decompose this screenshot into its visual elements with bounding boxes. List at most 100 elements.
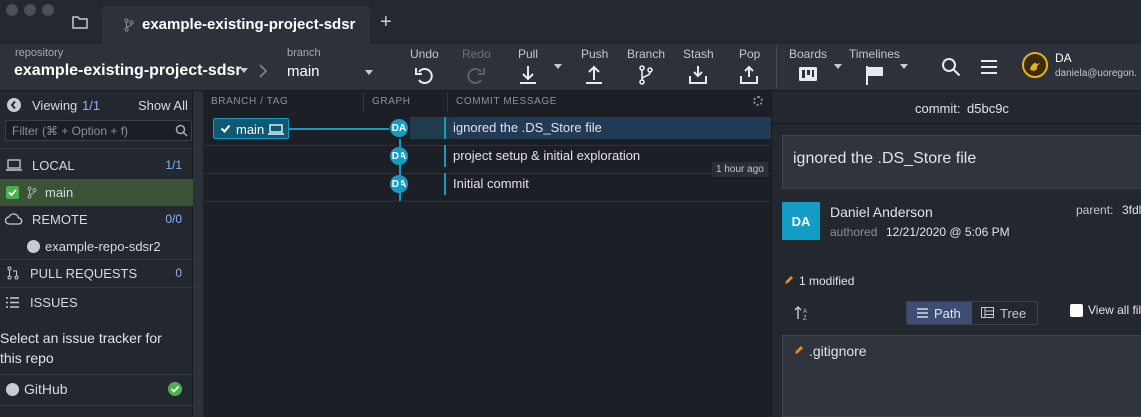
local-label: LOCAL [32,158,75,173]
path-button-label: Path [934,306,961,321]
collapse-sidebar-icon[interactable] [7,98,21,112]
parent-sha[interactable]: 3fdl [1122,203,1141,217]
folder-icon[interactable] [72,15,88,29]
boards-icon[interactable] [797,64,819,86]
repository-selector[interactable]: example-existing-project-sdsr [14,62,242,80]
sidebar-item-remote-repo[interactable]: example-repo-sdsr2 [0,233,193,260]
issues-message: Select an issue tracker for this repo [0,330,162,366]
filter-placeholder: Filter (⌘ + Option + f) [12,124,129,138]
pull-label: Pull [518,47,539,61]
commit-detail-panel: commit: d5bc9c ignored the .DS_Store fil… [771,91,1141,417]
tree-view-button[interactable]: Tree [973,302,1039,324]
add-tab-button[interactable]: + [380,11,392,34]
author-avatar: DA [782,202,820,240]
branch-lane-bar [444,117,446,139]
author-name: Daniel Anderson [830,204,933,220]
pencil-icon [794,345,804,355]
commit-graph-panel: BRANCH / TAG GRAPH COMMIT MESSAGE ignore… [203,91,771,417]
branch-button-label: Branch [627,47,666,61]
commit-summary: ignored the .DS_Store file [793,150,977,167]
laptop-icon [268,124,284,135]
authored-date: 12/21/2020 @ 5:06 PM [886,225,1010,239]
pull-icon[interactable] [517,64,539,86]
chevron-right-icon [258,63,268,79]
commit-row[interactable]: project setup & initial exploration DA [203,145,771,173]
commit-message-box[interactable]: ignored the .DS_Store file [782,135,1141,189]
graph-line [399,139,401,201]
commit-sha[interactable]: d5bc9c [967,101,1009,116]
commit-label: commit: [915,101,961,116]
remote-section-header[interactable]: REMOTE 0/0 [0,206,193,233]
branch-tag-column-header[interactable]: BRANCH / TAG [203,91,364,112]
commit-header: commit: d5bc9c [772,91,1141,124]
tree-icon [981,307,994,318]
toolbar-divider [776,46,777,88]
graph-column-header[interactable]: GRAPH [364,91,448,112]
stash-icon[interactable] [687,64,709,86]
view-toggle: Path Tree [906,301,1038,325]
timelines-chevron-icon[interactable] [900,64,908,70]
branch-icon [27,186,37,199]
branch-label: branch [287,47,321,59]
menu-icon[interactable] [978,56,1000,78]
file-name: .gitignore [809,343,867,359]
branch-lane-bar [444,145,446,167]
chevron-down-icon[interactable] [365,70,373,76]
row-divider [203,201,771,202]
repo-tab[interactable]: example-existing-project-sdsr [102,6,370,44]
undo-label: Undo [410,47,439,61]
redo-label: Redo [462,47,491,61]
commit-row[interactable]: Initial commit DA [203,173,771,201]
pencil-icon [784,275,794,285]
zoom-window-button[interactable] [42,4,54,16]
sidebar-item-main[interactable]: main [0,179,193,206]
minimize-window-button[interactable] [24,4,36,16]
local-count: 1/1 [165,158,182,172]
view-all-label: View all fil [1088,303,1141,317]
commit-message: project setup & initial exploration [453,148,641,163]
pull-requests-count: 0 [175,266,182,280]
commit-author-avatar: DA [388,117,410,139]
list-icon [917,308,928,318]
pop-icon[interactable] [738,64,760,86]
user-avatar[interactable] [1022,52,1048,78]
close-window-button[interactable] [6,4,18,16]
user-email: daniela@uoregon. [1055,68,1137,79]
gear-icon[interactable] [753,96,763,106]
pop-label: Pop [739,47,761,61]
viewing-row: Viewing 1/1 Show All [0,92,193,119]
timelines-flag-icon[interactable] [864,64,886,86]
undo-icon[interactable] [413,64,435,86]
list-icon [6,297,19,308]
remote-repo-name: example-repo-sdsr2 [45,239,161,254]
local-section-header[interactable]: LOCAL 1/1 [0,152,193,179]
pull-options-chevron-icon[interactable] [554,64,562,70]
commit-time-label: 1 hour ago [712,162,768,177]
sort-az-icon[interactable]: AZ [794,305,810,321]
path-view-button[interactable]: Path [907,302,972,324]
title-bar: example-existing-project-sdsr + [0,0,1141,44]
redo-icon[interactable] [465,64,487,86]
search-icon[interactable] [940,56,962,78]
file-row[interactable]: .gitignore [783,340,1141,362]
branch-badge-main[interactable]: main [213,118,289,139]
commit-message-column-header[interactable]: COMMIT MESSAGE [448,91,771,112]
push-icon[interactable] [583,64,605,86]
issues-section-header[interactable]: ISSUES [0,289,193,316]
filter-input[interactable]: Filter (⌘ + Option + f) [5,120,192,141]
view-all-checkbox[interactable] [1070,304,1083,317]
user-initials: DA [1055,51,1072,65]
checkbox-checked-icon[interactable] [6,186,19,199]
sidebar-resize-handle[interactable] [193,91,203,417]
boards-chevron-icon[interactable] [834,64,842,70]
divider [0,287,193,288]
show-all-button[interactable]: Show All [138,98,188,113]
file-list: .gitignore [782,335,1141,417]
github-issue-tracker-option[interactable]: GitHub [0,375,193,405]
branch-icon[interactable] [635,64,657,86]
tab-title: example-existing-project-sdsr [142,16,356,33]
cloud-icon [5,213,23,225]
branch-selector[interactable]: main [287,63,320,80]
chevron-down-icon[interactable] [240,68,248,74]
pull-requests-section-header[interactable]: PULL REQUESTS 0 [0,260,193,287]
